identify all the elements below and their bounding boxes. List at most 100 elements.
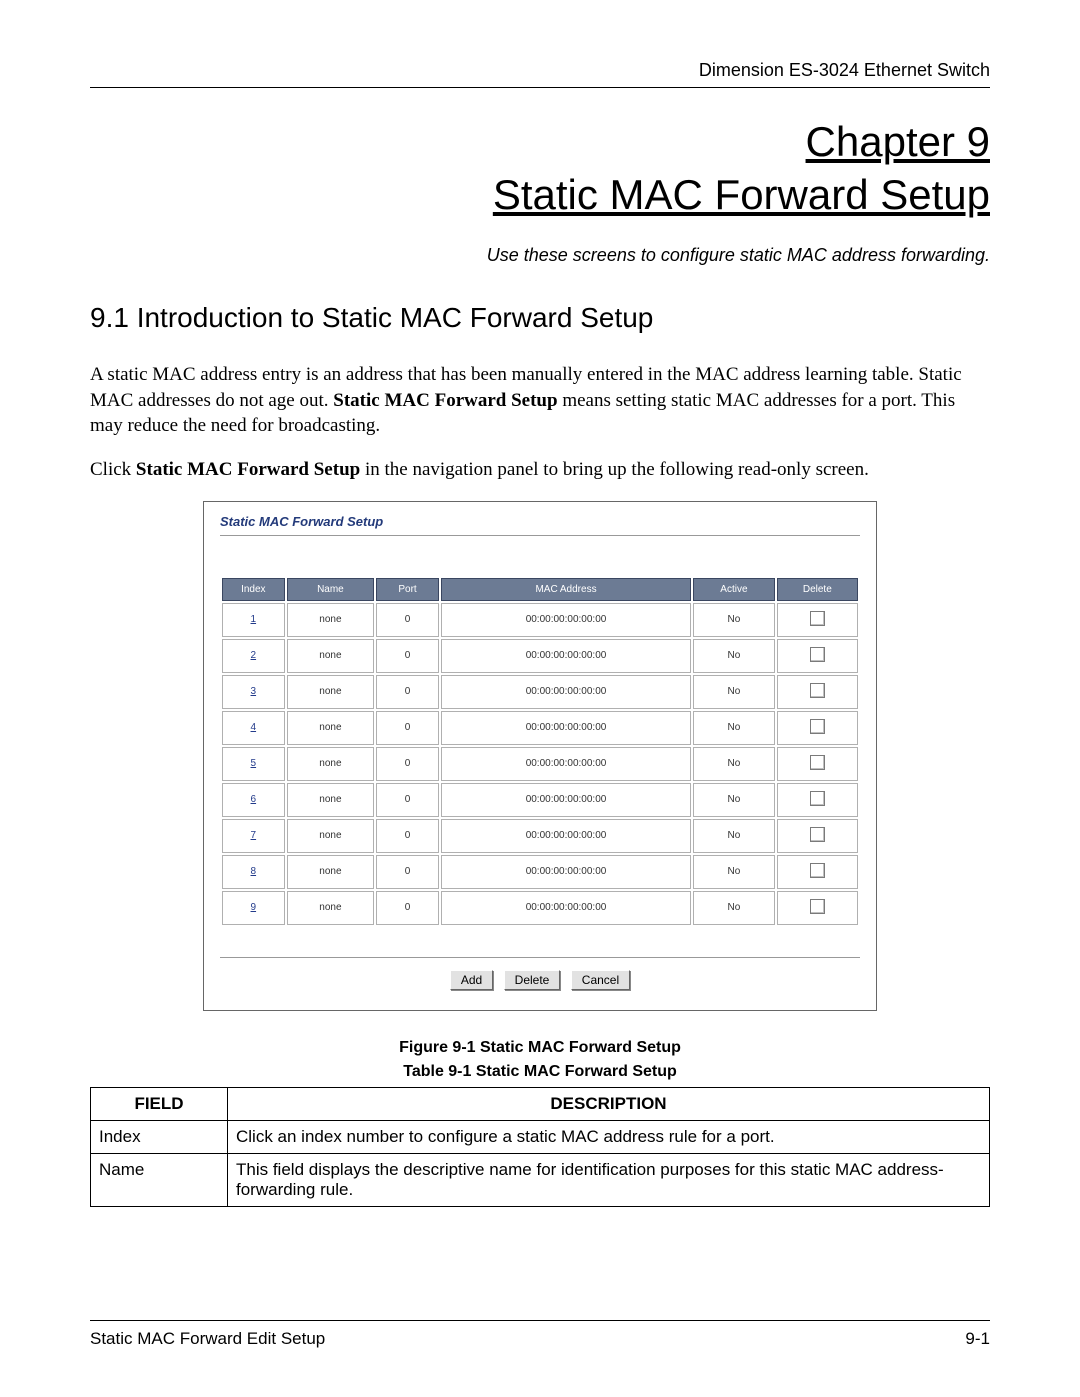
table-row: 8none000:00:00:00:00:00No [222, 855, 858, 889]
index-link[interactable]: 7 [251, 830, 257, 841]
cell-delete [777, 675, 858, 709]
index-link[interactable]: 4 [251, 722, 257, 733]
cell-delete [777, 711, 858, 745]
cell-port: 0 [376, 891, 439, 925]
chapter-line-1: Chapter 9 [806, 118, 990, 165]
delete-button[interactable]: Delete [504, 970, 561, 990]
figure-caption: Figure 9-1 Static MAC Forward Setup [90, 1039, 990, 1057]
col-index: Index [222, 578, 285, 601]
cell-name: none [287, 639, 375, 673]
index-link[interactable]: 1 [251, 614, 257, 625]
cell-delete [777, 855, 858, 889]
index-link[interactable]: 3 [251, 686, 257, 697]
cell-name: none [287, 747, 375, 781]
delete-checkbox[interactable] [810, 755, 825, 770]
cell-name: none [287, 891, 375, 925]
intro-paragraph-2: Click Static MAC Forward Setup in the na… [90, 457, 990, 483]
screenshot-title: Static MAC Forward Setup [220, 514, 860, 536]
p2b: in the navigation panel to bring up the … [360, 459, 869, 480]
cell-mac: 00:00:00:00:00:00 [441, 891, 691, 925]
delete-checkbox[interactable] [810, 683, 825, 698]
p1bold: Static MAC Forward Setup [333, 390, 557, 411]
p2bold: Static MAC Forward Setup [136, 459, 360, 480]
cell-port: 0 [376, 711, 439, 745]
cell-port: 0 [376, 639, 439, 673]
cell-delete [777, 891, 858, 925]
col-name: Name [287, 578, 375, 601]
cell-active: No [693, 603, 774, 637]
desc-row: Index Click an index number to configure… [91, 1120, 990, 1153]
cell-port: 0 [376, 783, 439, 817]
cell-delete [777, 819, 858, 853]
table-row: 1none000:00:00:00:00:00No [222, 603, 858, 637]
screenshot-panel: Static MAC Forward Setup Index Name Port… [203, 501, 877, 1011]
index-link[interactable]: 6 [251, 794, 257, 805]
table-row: 7none000:00:00:00:00:00No [222, 819, 858, 853]
delete-checkbox[interactable] [810, 647, 825, 662]
doc-header-right: Dimension ES-3024 Ethernet Switch [90, 60, 990, 81]
footer-right: 9-1 [965, 1329, 990, 1349]
page-footer: Static MAC Forward Edit Setup 9-1 [90, 1320, 990, 1349]
cell-name: none [287, 675, 375, 709]
cell-name: none [287, 603, 375, 637]
cell-mac: 00:00:00:00:00:00 [441, 783, 691, 817]
cell-mac: 00:00:00:00:00:00 [441, 747, 691, 781]
description-table: FIELD DESCRIPTION Index Click an index n… [90, 1087, 990, 1207]
col-active: Active [693, 578, 774, 601]
cell-mac: 00:00:00:00:00:00 [441, 675, 691, 709]
cell-active: No [693, 783, 774, 817]
cell-delete [777, 747, 858, 781]
p2a: Click [90, 459, 136, 480]
mac-table-header-row: Index Name Port MAC Address Active Delet… [222, 578, 858, 601]
desc-desc: This field displays the descriptive name… [228, 1153, 990, 1206]
footer-left: Static MAC Forward Edit Setup [90, 1329, 325, 1349]
delete-checkbox[interactable] [810, 827, 825, 842]
table-row: 9 none000:00:00:00:00:00No [222, 891, 858, 925]
index-link[interactable]: 2 [251, 650, 257, 661]
desc-field: Name [91, 1153, 228, 1206]
col-port: Port [376, 578, 439, 601]
cell-active: No [693, 891, 774, 925]
col-mac: MAC Address [441, 578, 691, 601]
cell-mac: 00:00:00:00:00:00 [441, 819, 691, 853]
chapter-title: Chapter 9 Static MAC Forward Setup [90, 116, 990, 221]
add-button[interactable]: Add [450, 970, 493, 990]
table-row: 2 none000:00:00:00:00:00No [222, 639, 858, 673]
top-rule [90, 87, 990, 88]
delete-checkbox[interactable] [810, 719, 825, 734]
cell-active: No [693, 675, 774, 709]
cell-active: No [693, 639, 774, 673]
delete-checkbox[interactable] [810, 611, 825, 626]
desc-desc: Click an index number to configure a sta… [228, 1120, 990, 1153]
cell-delete [777, 783, 858, 817]
cell-port: 0 [376, 675, 439, 709]
screenshot-button-bar: Add Delete Cancel [220, 957, 860, 990]
chapter-subtitle: Use these screens to configure static MA… [90, 245, 990, 266]
cell-name: none [287, 783, 375, 817]
cell-active: No [693, 711, 774, 745]
table-caption: Table 9-1 Static MAC Forward Setup [90, 1063, 990, 1081]
cell-mac: 00:00:00:00:00:00 [441, 855, 691, 889]
index-link[interactable]: 9 [251, 902, 257, 913]
desc-row: Name This field displays the descriptive… [91, 1153, 990, 1206]
cell-port: 0 [376, 747, 439, 781]
section-heading: 9.1 Introduction to Static MAC Forward S… [90, 302, 990, 334]
cell-mac: 00:00:00:00:00:00 [441, 711, 691, 745]
cell-name: none [287, 711, 375, 745]
mac-table: Index Name Port MAC Address Active Delet… [220, 576, 860, 927]
cell-mac: 00:00:00:00:00:00 [441, 639, 691, 673]
cancel-button[interactable]: Cancel [571, 970, 630, 990]
cell-delete [777, 639, 858, 673]
table-row: 3 none000:00:00:00:00:00No [222, 675, 858, 709]
desc-col-description: DESCRIPTION [228, 1087, 990, 1120]
table-row: 6 none000:00:00:00:00:00No [222, 783, 858, 817]
table-row: 4 none000:00:00:00:00:00No [222, 711, 858, 745]
index-link[interactable]: 5 [251, 758, 257, 769]
delete-checkbox[interactable] [810, 899, 825, 914]
desc-field: Index [91, 1120, 228, 1153]
cell-name: none [287, 855, 375, 889]
delete-checkbox[interactable] [810, 791, 825, 806]
index-link[interactable]: 8 [251, 866, 257, 877]
delete-checkbox[interactable] [810, 863, 825, 878]
cell-port: 0 [376, 819, 439, 853]
